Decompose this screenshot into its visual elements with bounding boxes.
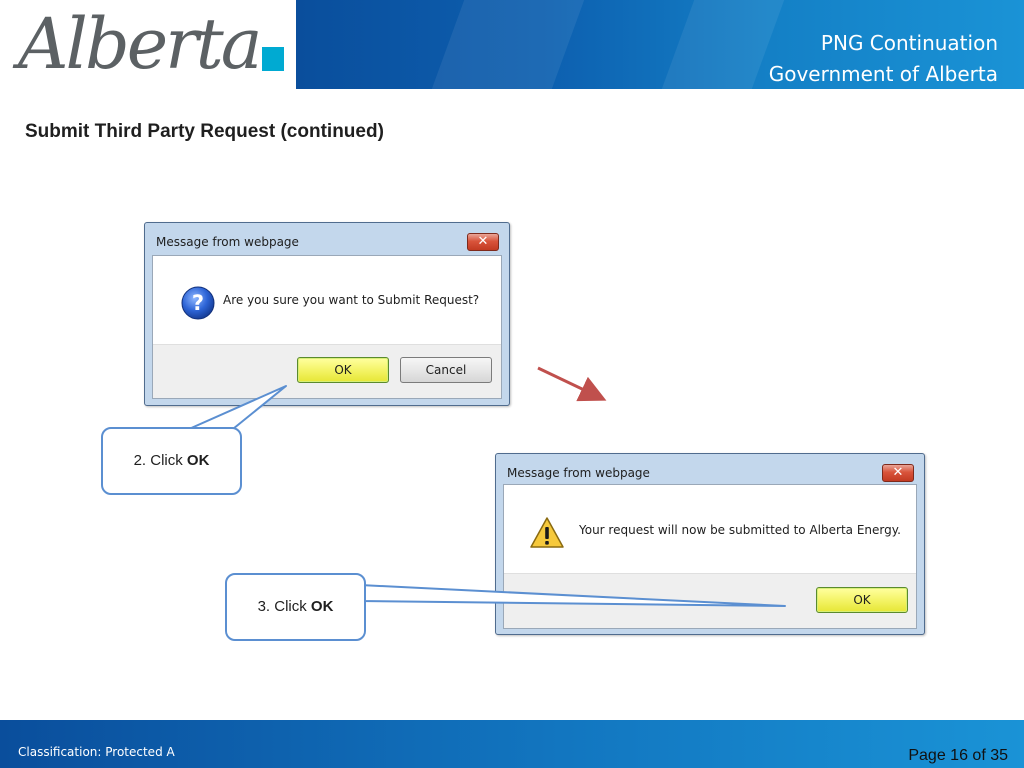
ok-button[interactable]: OK [816, 587, 908, 613]
info-dialog: Message from webpage ✕ Your request will… [495, 453, 925, 635]
footer: Classification: Protected A Page 16 of 3… [0, 720, 1024, 768]
dialog-title: Message from webpage [507, 466, 650, 480]
alberta-logo-square [262, 47, 284, 71]
callout-step-2: 2. Click OK [101, 427, 242, 495]
dialog-body: ? Are you sure you want to Submit Reques… [152, 255, 502, 399]
dialog-title: Message from webpage [156, 235, 299, 249]
question-icon: ? [181, 286, 215, 320]
close-icon: ✕ [892, 465, 904, 480]
dialog-message: Are you sure you want to Submit Request? [223, 293, 480, 307]
alberta-logo: Alberta [0, 0, 296, 89]
cancel-button[interactable]: Cancel [400, 357, 492, 383]
alberta-logo-wordmark: Alberta [18, 3, 262, 85]
callout-text: 3. Click [257, 598, 311, 615]
close-button[interactable]: ✕ [467, 233, 499, 251]
dialog-message: Your request will now be submitted to Al… [579, 523, 901, 537]
dialog-content: ? Are you sure you want to Submit Reques… [153, 256, 501, 346]
slide-title: Submit Third Party Request (continued) [25, 121, 384, 142]
dialog-content: Your request will now be submitted to Al… [504, 485, 916, 575]
confirm-dialog: Message from webpage ✕ ? Are you sure yo… [144, 222, 510, 406]
banner-stripe [420, 0, 592, 89]
header-title: PNG Continuation [820, 31, 998, 55]
callout-emphasis: OK [186, 452, 210, 469]
svg-text:?: ? [192, 291, 204, 315]
next-step-arrow [537, 366, 607, 402]
classification-label: Classification: Protected A [18, 745, 175, 759]
dialog-button-bar: OK [504, 573, 916, 628]
callout-text: 2. Click [133, 452, 187, 469]
close-button[interactable]: ✕ [882, 464, 914, 482]
dialog-body: Your request will now be submitted to Al… [503, 484, 917, 629]
close-icon: ✕ [477, 234, 489, 249]
header-banner: PNG Continuation Government of Alberta [296, 0, 1024, 89]
header: Alberta PNG Continuation Government of A… [0, 0, 1024, 89]
ok-button[interactable]: OK [297, 357, 389, 383]
callout-emphasis: OK [310, 598, 334, 615]
header-subtitle: Government of Alberta [768, 62, 998, 86]
warning-icon [530, 517, 564, 548]
callout-step-3: 3. Click OK [225, 573, 366, 641]
dialog-button-bar: OK Cancel [153, 344, 501, 398]
page-number: Page 16 of 35 [908, 747, 1008, 764]
